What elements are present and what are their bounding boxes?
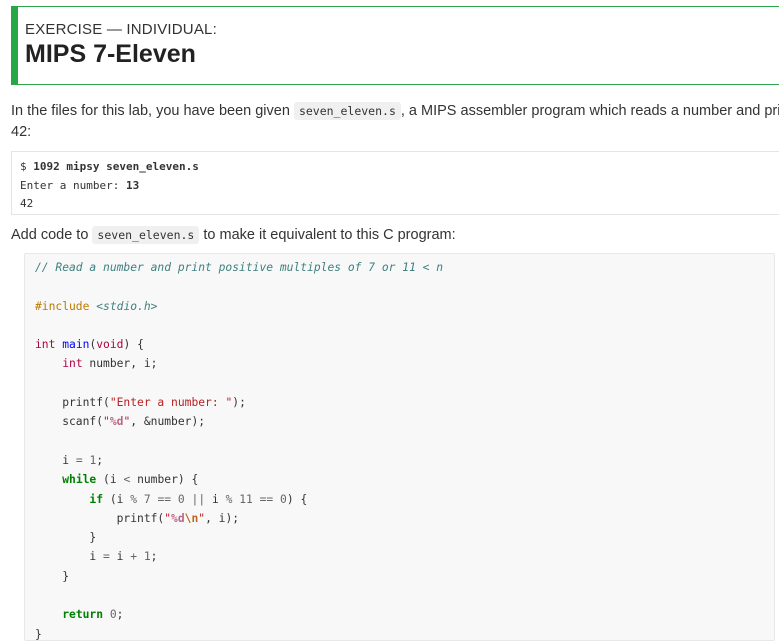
code-token: number, i; [82,357,158,371]
code-token: 0 [109,608,117,622]
shell-command: 1092 mipsy seven_eleven.s [33,160,199,173]
code-token: 1 [143,550,151,564]
code-token: while [62,473,97,487]
code-token: || [191,492,206,506]
code-token: %d [171,511,185,525]
code-token: , &number); [130,415,206,429]
code-line: printf("%d\n", i); [35,509,764,528]
shell-input-line: Enter a number: 13 [20,177,779,196]
code-line: i = i + 1; [35,547,764,566]
code-token: i [35,453,76,467]
code-token: ; [96,453,104,467]
code-token: 7 [143,492,151,506]
c-code-block: // Read a number and print positive mult… [24,253,775,641]
code-token: return [62,608,104,622]
code-token: i [205,492,226,506]
code-token: int [35,338,56,352]
code-token: i [109,550,131,564]
code-line: } [35,627,42,641]
code-token: number) { [130,473,199,487]
code-token: \n [184,511,199,525]
code-line: if (i % 7 == 0 || i % 11 == 0) { [35,490,764,509]
code-line: i = 1; [35,451,764,470]
code-token: 0 [177,492,185,506]
intro-line-2: 42: [11,124,32,140]
instruction-text-before: Add code to [11,227,93,243]
code-line: int main(void) { [35,335,764,354]
shell-command-line: $ 1092 mipsy seven_eleven.s [20,158,779,177]
code-token: int [62,357,83,371]
shell-input-value: 13 [125,178,140,192]
shell-prompt-text: Enter a number: [20,178,126,192]
code-line: // Read a number and print positive mult… [35,258,764,277]
code-line: return 0; [35,605,764,624]
code-token: = [103,550,110,564]
code-token: i [35,550,104,564]
code-line: printf("Enter a number: "); [35,393,764,412]
code-token: == [259,492,274,506]
code-line: while (i < number) { [35,470,764,489]
code-token: %d [109,415,124,429]
shell-example: $ 1092 mipsy seven_eleven.s Enter a numb… [11,151,779,215]
intro-file-name: seven_eleven.s [293,102,401,120]
code-line: int number, i; [35,354,764,373]
code-token: ; [150,550,158,564]
code-token: scanf( [35,415,104,429]
code-token: (i [103,492,131,506]
code-token: == [157,492,172,506]
code-include-directive: #include [35,299,90,313]
code-token: if [89,492,104,506]
code-line: } [35,531,97,545]
shell-output: 42 [20,197,34,210]
code-token: ); [232,396,246,410]
code-comment: // Read a number and print positive mult… [35,261,444,274]
code-token: = [75,453,83,467]
instruction-file-name: seven_eleven.s [92,226,200,244]
code-token: , i); [205,511,240,525]
code-line: scanf("%d", &number); [35,412,764,431]
exercise-title: MIPS 7-Eleven [25,40,196,68]
code-token: printf( [35,511,165,525]
intro-text-after: , a MIPS assembler program which reads a… [400,103,779,119]
intro-text-before: In the files for this lab, you have been… [11,103,294,119]
code-token: ; [116,608,124,622]
code-token: printf( [35,396,110,410]
code-token: (i [96,473,124,487]
code-token: "Enter a number: " [109,396,233,410]
code-token: main [62,338,90,352]
shell-prompt: $ [20,160,34,173]
intro-paragraph: In the files for this lab, you have been… [11,101,779,122]
exercise-eyebrow: EXERCISE — INDIVIDUAL: [25,21,217,38]
instruction-paragraph: Add code to seven_eleven.s to make it eq… [11,225,456,246]
code-include-file: <stdio.h> [96,299,158,313]
code-token: 11 [239,492,253,506]
code-token: ) { [123,338,144,352]
code-token: ) { [286,492,308,506]
code-token: " [103,415,110,429]
code-line: #include <stdio.h> [35,297,764,316]
code-token: void [96,338,124,352]
code-token: 0 [280,492,287,506]
instruction-text-after: to make it equivalent to this C program: [199,227,456,243]
code-line: } [35,569,70,583]
